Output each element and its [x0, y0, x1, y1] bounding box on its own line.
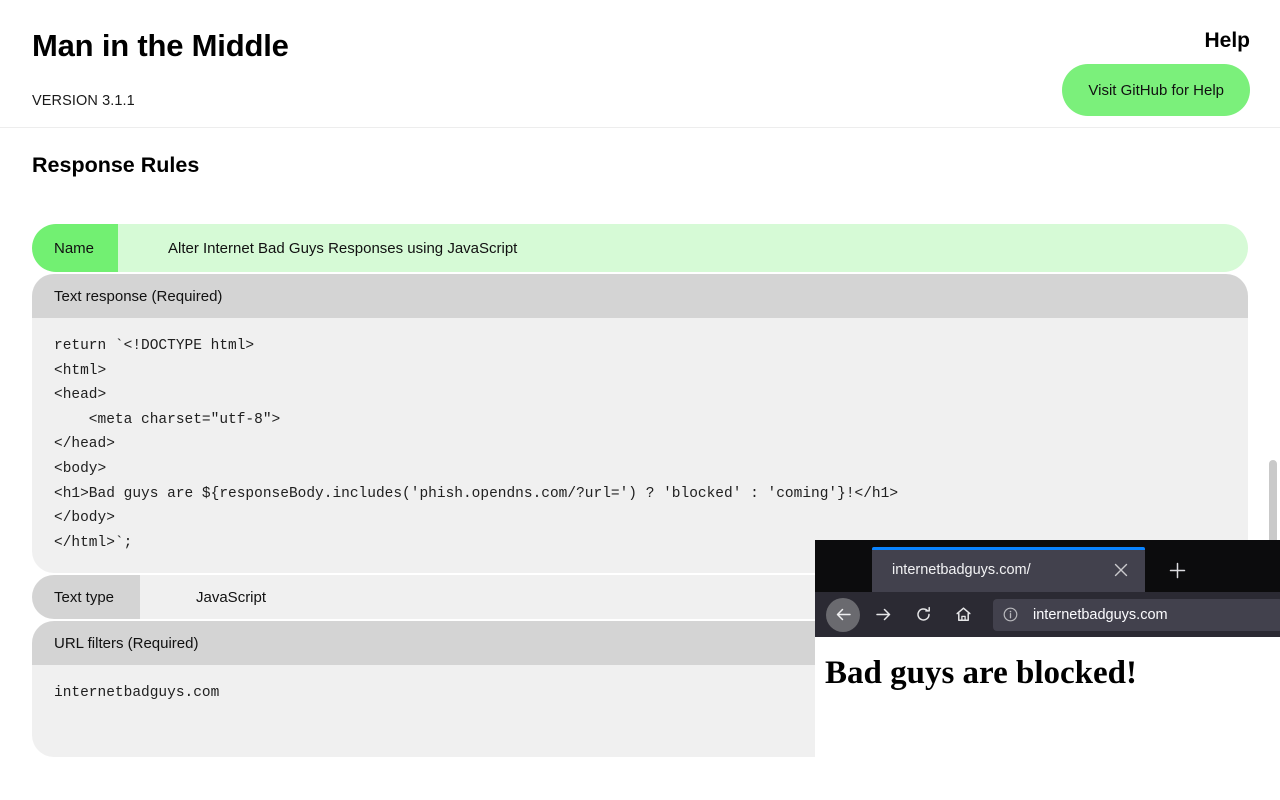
reload-icon[interactable] [906, 598, 940, 632]
app-root: Man in the Middle VERSION 3.1.1 Help Vis… [0, 0, 1280, 800]
browser-url-bar[interactable]: internetbadguys.com [993, 598, 1280, 631]
arrow-right-icon[interactable] [866, 598, 900, 632]
info-icon[interactable] [1003, 607, 1025, 622]
home-icon[interactable] [946, 598, 980, 632]
app-version-label: VERSION 3.1.1 [32, 93, 135, 109]
rule-name-input[interactable]: Alter Internet Bad Guys Responses using … [118, 224, 1248, 272]
text-response-label: Text response (Required) [32, 274, 1248, 318]
text-response-body[interactable]: return `<!DOCTYPE html> <html> <head> <m… [32, 318, 1248, 574]
text-response-field: Text response (Required) return `<!DOCTY… [32, 274, 1248, 574]
rule-name-label: Name [32, 224, 118, 272]
page-title: Man in the Middle [32, 28, 289, 63]
rule-name-row: Name Alter Internet Bad Guys Responses u… [32, 224, 1248, 272]
plus-icon[interactable] [1155, 548, 1199, 592]
browser-tab-title: internetbadguys.com/ [892, 561, 1031, 578]
browser-tab-active[interactable]: internetbadguys.com/ [872, 547, 1145, 592]
browser-page-content: Bad guys are blocked! [815, 637, 1280, 800]
browser-url-text: internetbadguys.com [1033, 606, 1168, 623]
close-icon[interactable] [1101, 550, 1141, 590]
text-type-label: Text type [32, 575, 140, 620]
visit-github-for-help-button[interactable]: Visit GitHub for Help [1062, 64, 1250, 116]
browser-tab-strip: internetbadguys.com/ [815, 540, 1280, 592]
browser-page-heading: Bad guys are blocked! [825, 655, 1138, 691]
response-rules-heading: Response Rules [32, 153, 200, 177]
text-response-code[interactable]: return `<!DOCTYPE html> <html> <head> <m… [54, 334, 1226, 555]
browser-window: internetbadguys.com/ internetbadguys.com… [815, 540, 1280, 800]
help-heading: Help [1204, 29, 1250, 52]
browser-navbar: internetbadguys.com [815, 592, 1280, 637]
app-header: Man in the Middle VERSION 3.1.1 Help Vis… [0, 0, 1280, 128]
arrow-left-icon[interactable] [826, 597, 860, 632]
